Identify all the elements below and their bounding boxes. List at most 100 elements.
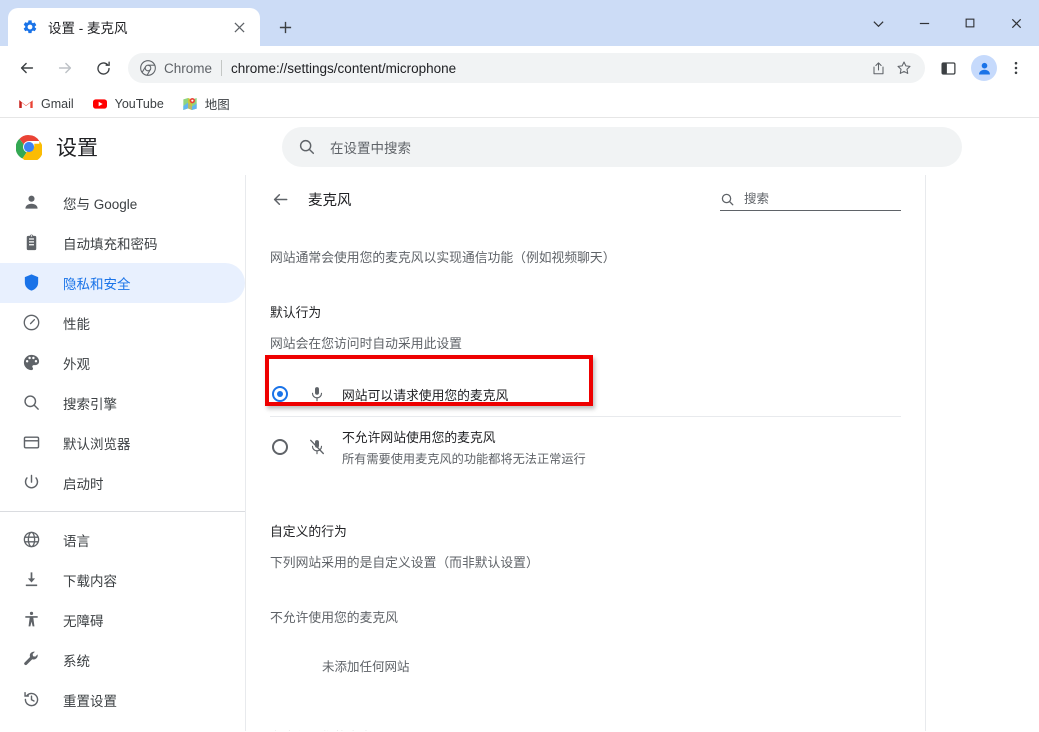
minimize-icon[interactable] — [901, 0, 947, 46]
forward-button[interactable] — [49, 52, 81, 84]
allow-list-title: 允许使用您的麦克风 — [270, 675, 901, 731]
maps-icon — [182, 96, 198, 112]
sidebar-item-languages[interactable]: 语言 — [0, 520, 245, 560]
browser-tab[interactable]: 设置 - 麦克风 — [8, 8, 260, 46]
avatar[interactable] — [971, 55, 997, 81]
sidebar-item-system[interactable]: 系统 — [0, 640, 245, 680]
settings-brand[interactable]: 设置 — [0, 132, 245, 162]
chevron-down-icon[interactable] — [855, 0, 901, 46]
radio-button-unselected[interactable] — [272, 439, 288, 455]
gmail-icon — [18, 96, 34, 112]
block-list-empty-message: 未添加任何网站 — [322, 660, 410, 674]
close-icon[interactable] — [228, 16, 250, 38]
omnibox-chip-label: Chrome — [164, 60, 213, 76]
settings-content-wrap: 麦克风 搜索 网站通常会使用您的麦克风以实现通信功能（例如视频聊天） 默认行为 … — [245, 175, 1039, 731]
bookmark-gmail[interactable]: Gmail — [10, 93, 82, 115]
settings-gear-icon — [22, 19, 38, 35]
sidebar-item-autofill[interactable]: 自动填充和密码 — [0, 223, 245, 263]
browser-toolbar: Chrome chrome://settings/content/microph… — [0, 46, 1039, 90]
settings-body: 您与 Google 自动填充和密码 隐私和安全 性能 外观 搜索引擎 默认浏览器… — [0, 175, 1039, 731]
sidebar-item-label: 语言 — [63, 534, 90, 549]
bookmark-label: 地图 — [204, 98, 230, 112]
browser-window: 设置 - 麦克风 Chrome chrome://settings/conten… — [0, 0, 1039, 732]
content-search-placeholder: 搜索 — [744, 191, 770, 206]
sidebar-item-reset-settings[interactable]: 重置设置 — [0, 680, 245, 720]
content-body: 网站通常会使用您的麦克风以实现通信功能（例如视频聊天） 默认行为 网站会在您访问… — [246, 223, 925, 731]
bookmarks-bar: Gmail YouTube 地图 — [0, 90, 1039, 118]
settings-sidebar: 您与 Google 自动填充和密码 隐私和安全 性能 外观 搜索引擎 默认浏览器… — [0, 175, 245, 731]
sidebar-item-accessibility[interactable]: 无障碍 — [0, 600, 245, 640]
search-icon — [720, 192, 735, 207]
search-icon — [22, 393, 42, 413]
custom-behavior-section: 自定义的行为 下列网站采用的是自定义设置（而非默认设置） — [270, 477, 901, 571]
sidebar-item-performance[interactable]: 性能 — [0, 303, 245, 343]
close-icon[interactable] — [993, 0, 1039, 46]
palette-icon — [22, 353, 42, 373]
sidebar-item-privacy-and-security[interactable]: 隐私和安全 — [0, 263, 245, 303]
three-dot-menu-icon[interactable] — [1001, 53, 1031, 83]
address-bar[interactable]: Chrome chrome://settings/content/microph… — [128, 53, 925, 83]
browser-window-icon — [22, 433, 42, 453]
radio-option-sublabel: 所有需要使用麦克风的功能都将无法正常运行 — [342, 452, 586, 466]
sidebar-item-label: 自动填充和密码 — [63, 237, 158, 252]
chrome-logo-icon — [16, 134, 42, 160]
sidebar-item-appearance[interactable]: 外观 — [0, 343, 245, 383]
side-panel-icon[interactable] — [933, 53, 963, 83]
sidebar-item-you-and-google[interactable]: 您与 Google — [0, 183, 245, 223]
sidebar-item-label: 您与 Google — [63, 197, 138, 212]
radio-button-selected[interactable] — [272, 386, 288, 402]
bookmark-youtube[interactable]: YouTube — [84, 93, 172, 115]
clipboard-icon — [22, 233, 42, 253]
radio-option-block[interactable]: 不允许网站使用您的麦克风 所有需要使用麦克风的功能都将无法正常运行 — [270, 416, 901, 477]
bookmark-label: Gmail — [41, 96, 74, 111]
sidebar-item-default-browser[interactable]: 默认浏览器 — [0, 423, 245, 463]
default-behavior-subtitle: 网站会在您访问时自动采用此设置 — [270, 336, 462, 351]
reload-button[interactable] — [87, 52, 119, 84]
custom-behavior-subtitle: 下列网站采用的是自定义设置（而非默认设置） — [270, 555, 539, 570]
content-header: 麦克风 搜索 — [246, 175, 925, 223]
maximize-icon[interactable] — [947, 0, 993, 46]
accessibility-icon — [22, 610, 42, 630]
sidebar-item-label: 启动时 — [63, 477, 104, 492]
sidebar-item-label: 性能 — [63, 317, 90, 332]
radio-option-ask[interactable]: 网站可以请求使用您的麦克风 — [270, 372, 901, 416]
star-icon[interactable] — [891, 55, 917, 81]
shield-icon — [22, 273, 42, 293]
sidebar-item-label: 下载内容 — [63, 574, 117, 589]
omnibox-url: chrome://settings/content/microphone — [231, 60, 457, 76]
settings-search-input[interactable]: 在设置中搜索 — [282, 126, 962, 167]
globe-icon — [22, 530, 42, 550]
radio-option-text: 网站可以请求使用您的麦克风 — [342, 385, 508, 404]
bookmark-maps[interactable]: 地图 — [174, 93, 238, 115]
sidebar-item-label: 外观 — [63, 357, 90, 372]
arrow-left-icon[interactable] — [266, 185, 294, 213]
settings-title: 设置 — [56, 136, 98, 160]
default-behavior-radio-group: 网站可以请求使用您的麦克风 不允许网站使用您的麦克风 所有需要使用麦克风的功能都… — [270, 372, 901, 477]
person-icon — [22, 193, 42, 213]
bookmark-label: YouTube — [114, 96, 164, 111]
speedometer-icon — [22, 313, 42, 333]
window-controls — [855, 0, 1039, 46]
sidebar-divider — [0, 511, 245, 512]
wrench-icon — [22, 650, 42, 670]
settings-search-placeholder: 在设置中搜索 — [330, 140, 411, 156]
radio-option-label: 不允许网站使用您的麦克风 — [342, 430, 496, 445]
default-behavior-title: 默认行为 — [270, 305, 322, 320]
power-icon — [22, 473, 42, 493]
back-button[interactable] — [11, 52, 43, 84]
history-restore-icon — [22, 690, 42, 710]
block-list-title: 不允许使用您的麦克风 — [270, 610, 398, 625]
tab-title: 设置 - 麦克风 — [48, 21, 128, 36]
sidebar-item-label: 搜索引擎 — [63, 397, 117, 412]
sidebar-item-label: 默认浏览器 — [63, 437, 131, 452]
sidebar-item-on-startup[interactable]: 启动时 — [0, 463, 245, 503]
radio-option-label: 网站可以请求使用您的麦克风 — [342, 387, 509, 403]
sidebar-item-downloads[interactable]: 下载内容 — [0, 560, 245, 600]
sidebar-item-search-engine[interactable]: 搜索引擎 — [0, 383, 245, 423]
content-search-input[interactable]: 搜索 — [720, 188, 901, 211]
share-icon[interactable] — [865, 55, 891, 81]
new-tab-button[interactable] — [268, 10, 302, 44]
page-description: 网站通常会使用您的麦克风以实现通信功能（例如视频聊天） — [270, 250, 616, 265]
sidebar-item-label: 系统 — [63, 654, 90, 669]
settings-page: 设置 在设置中搜索 您与 Google 自动填充和密码 隐私和安全 性能 外观 … — [0, 118, 1039, 731]
